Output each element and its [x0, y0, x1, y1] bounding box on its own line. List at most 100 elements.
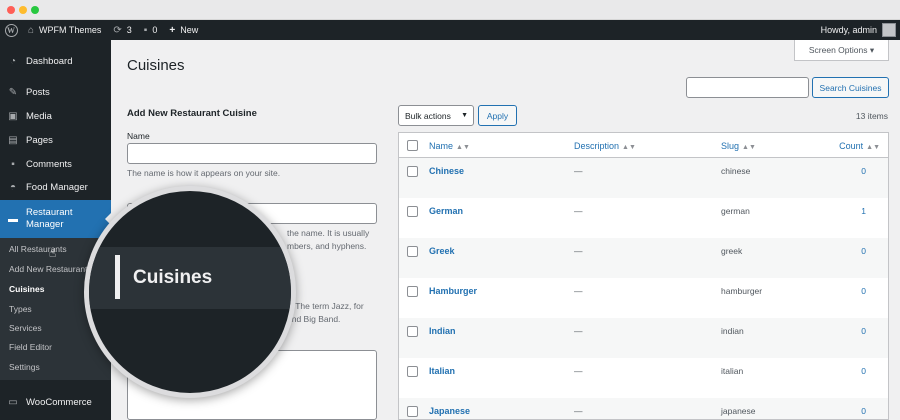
row-checkbox[interactable]: [407, 166, 418, 177]
my-account-link[interactable]: Howdy, admin: [821, 20, 900, 40]
term-slug: german: [721, 206, 750, 216]
table-row: Greek — greek 0: [399, 238, 888, 278]
sidebar-item-media[interactable]: ▣ Media: [0, 105, 111, 127]
new-content-link[interactable]: + New: [163, 20, 204, 40]
term-count-link[interactable]: 0: [861, 166, 866, 176]
term-count-link[interactable]: 0: [861, 406, 866, 416]
submenu-types[interactable]: Types: [9, 304, 32, 314]
submenu-field-editor[interactable]: Field Editor: [9, 342, 52, 352]
sidebar-item-label: Comments: [26, 158, 72, 170]
sidebar-item-dashboard[interactable]: ◔ Dashboard: [0, 50, 111, 72]
hand-cursor-icon: ☝: [49, 246, 57, 260]
table-row: Italian — italian 0: [399, 358, 888, 398]
term-count-link[interactable]: 0: [861, 286, 866, 296]
window-titlebar: [0, 0, 900, 20]
refresh-icon: ⟳: [113, 24, 122, 36]
sidebar-item-posts[interactable]: ✎ Posts: [0, 81, 111, 103]
row-checkbox[interactable]: [407, 326, 418, 337]
wordpress-icon: W: [4, 23, 18, 37]
updates-link[interactable]: ⟳ 3: [107, 20, 137, 40]
column-header-description[interactable]: Description ▲▼: [574, 141, 636, 151]
term-name-link[interactable]: Chinese: [429, 166, 464, 176]
bulk-actions-select[interactable]: Bulk actions ▼: [398, 105, 474, 126]
term-name-link[interactable]: Italian: [429, 366, 455, 376]
maximize-window-button[interactable]: [31, 6, 39, 14]
row-checkbox[interactable]: [407, 286, 418, 297]
comments-count: 0: [152, 25, 158, 35]
site-name-link[interactable]: ⌂ WPFM Themes: [22, 20, 107, 40]
sidebar-item-woocommerce[interactable]: ▭ WooCommerce: [0, 391, 111, 413]
term-count-link[interactable]: 0: [861, 246, 866, 256]
sort-icon: ▲▼: [456, 144, 470, 151]
sort-icon: ▲▼: [622, 144, 636, 151]
term-name-link[interactable]: German: [429, 206, 463, 216]
table-row: Hamburger — hamburger 0: [399, 278, 888, 318]
name-field[interactable]: [127, 143, 377, 164]
pin-icon: ✎: [8, 86, 18, 98]
term-count-link[interactable]: 0: [861, 326, 866, 336]
term-name-link[interactable]: Indian: [429, 326, 456, 336]
pages-icon: ▤: [8, 134, 18, 146]
term-description: —: [574, 326, 583, 336]
term-name-link[interactable]: Japanese: [429, 406, 470, 416]
restaurant-icon: ▬: [8, 213, 18, 225]
term-description: —: [574, 406, 583, 416]
term-name-link[interactable]: Hamburger: [429, 286, 477, 296]
row-checkbox[interactable]: [407, 406, 418, 417]
column-header-label: Description: [574, 141, 620, 151]
avatar: [882, 23, 896, 37]
sidebar-item-food-manager[interactable]: ◓ Food Manager: [0, 176, 111, 198]
parent-help-line-1: y. The term Jazz, for: [287, 301, 364, 311]
comments-link[interactable]: ▪ 0: [138, 20, 164, 40]
woo-icon: ▭: [8, 396, 18, 408]
food-icon: ◓: [9, 181, 17, 193]
search-cuisines-button[interactable]: Search Cuisines: [812, 77, 889, 98]
column-header-name[interactable]: Name ▲▼: [429, 141, 470, 151]
magnified-cuisines-label: Cuisines: [133, 267, 213, 288]
minimize-window-button[interactable]: [19, 6, 27, 14]
submenu-all-restaurants[interactable]: All Restaurants: [9, 244, 67, 254]
sidebar-item-label: Restaurant Manager: [26, 207, 73, 230]
close-window-button[interactable]: [7, 6, 15, 14]
term-name-link[interactable]: Greek: [429, 246, 455, 256]
submenu-services[interactable]: Services: [9, 323, 42, 333]
table-header: Name ▲▼ Description ▲▼ Slug ▲▼ Count ▲▼: [399, 133, 888, 158]
slug-help-text: the name. It is usually mbers, and hyphe…: [287, 227, 387, 253]
row-checkbox[interactable]: [407, 206, 418, 217]
screen-options-button[interactable]: Screen Options ▾: [794, 40, 889, 61]
select-all-checkbox[interactable]: [407, 140, 418, 151]
sidebar-item-label: Pages: [26, 134, 53, 146]
term-count-link[interactable]: 1: [861, 206, 866, 216]
search-input[interactable]: [686, 77, 809, 98]
wordpress-logo-button[interactable]: W: [0, 20, 22, 40]
submenu-add-new-restaurant[interactable]: Add New Restaurant: [9, 264, 87, 274]
dashboard-icon: ◔: [9, 55, 17, 67]
home-icon: ⌂: [28, 24, 35, 36]
term-slug: chinese: [721, 166, 751, 176]
active-indicator-bar: [115, 255, 120, 299]
sidebar-item-label: WooCommerce: [26, 396, 92, 408]
sidebar-item-restaurant-manager[interactable]: ▬ Restaurant Manager: [0, 200, 111, 238]
sidebar-item-comments[interactable]: ▪ Comments: [0, 153, 111, 175]
site-name: WPFM Themes: [39, 25, 102, 35]
chevron-down-icon: ▼: [461, 112, 468, 119]
new-label: New: [180, 25, 199, 35]
sidebar-item-pages[interactable]: ▤ Pages: [0, 129, 111, 151]
row-checkbox[interactable]: [407, 366, 418, 377]
apply-button[interactable]: Apply: [478, 105, 517, 126]
sidebar-item-label: Dashboard: [26, 55, 73, 67]
howdy-text: Howdy, admin: [820, 25, 877, 35]
submenu-cuisines[interactable]: Cuisines: [9, 284, 44, 294]
updates-count: 3: [126, 25, 132, 35]
sidebar-item-label: Food Manager: [26, 181, 88, 193]
comment-icon: ▪: [11, 158, 15, 170]
plus-icon: +: [169, 24, 176, 36]
submenu-settings[interactable]: Settings: [9, 362, 40, 372]
term-count-link[interactable]: 0: [861, 366, 866, 376]
cuisines-table: Name ▲▼ Description ▲▼ Slug ▲▼ Count ▲▼ Chin…: [398, 132, 889, 420]
column-header-count[interactable]: Count ▲▼: [839, 141, 880, 151]
term-description: —: [574, 286, 583, 296]
row-checkbox[interactable]: [407, 246, 418, 257]
term-slug: greek: [721, 246, 743, 256]
column-header-slug[interactable]: Slug ▲▼: [721, 141, 756, 151]
